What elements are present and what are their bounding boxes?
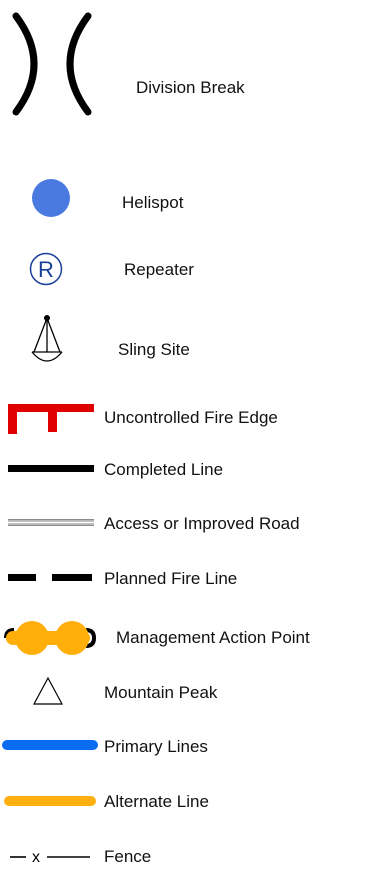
legend-label: Access or Improved Road <box>104 514 300 533</box>
sling-site-icon <box>30 314 64 366</box>
helispot-icon <box>32 179 70 217</box>
alternate-line-icon <box>4 796 96 806</box>
legend-label: Uncontrolled Fire Edge <box>104 408 278 427</box>
division-break-icon <box>8 12 94 116</box>
legend-label: Planned Fire Line <box>104 569 238 588</box>
fence-x-mark: x <box>32 849 40 866</box>
repeater-letter: R <box>38 257 54 282</box>
uncontrolled-fire-edge-icon <box>8 404 94 434</box>
access-road-icon <box>8 519 94 527</box>
repeater-icon: R <box>29 252 63 286</box>
legend-label: Division Break <box>136 78 245 97</box>
legend-label: Repeater <box>124 260 194 279</box>
legend-label: Primary Lines <box>104 737 208 756</box>
mountain-peak-icon <box>32 676 64 706</box>
legend-label: Mountain Peak <box>104 683 218 702</box>
legend-label: Alternate Line <box>104 792 209 811</box>
management-action-point-icon <box>2 620 100 656</box>
completed-line-icon <box>8 465 94 473</box>
legend-label: Helispot <box>122 193 184 212</box>
legend-label: Sling Site <box>118 340 190 359</box>
primary-lines-icon <box>2 740 98 750</box>
fence-icon: x <box>10 846 90 866</box>
legend-label: Management Action Point <box>116 628 310 647</box>
planned-fire-line-icon <box>8 574 92 582</box>
legend-label: Fence <box>104 847 152 866</box>
legend-label: Completed Line <box>104 460 224 479</box>
